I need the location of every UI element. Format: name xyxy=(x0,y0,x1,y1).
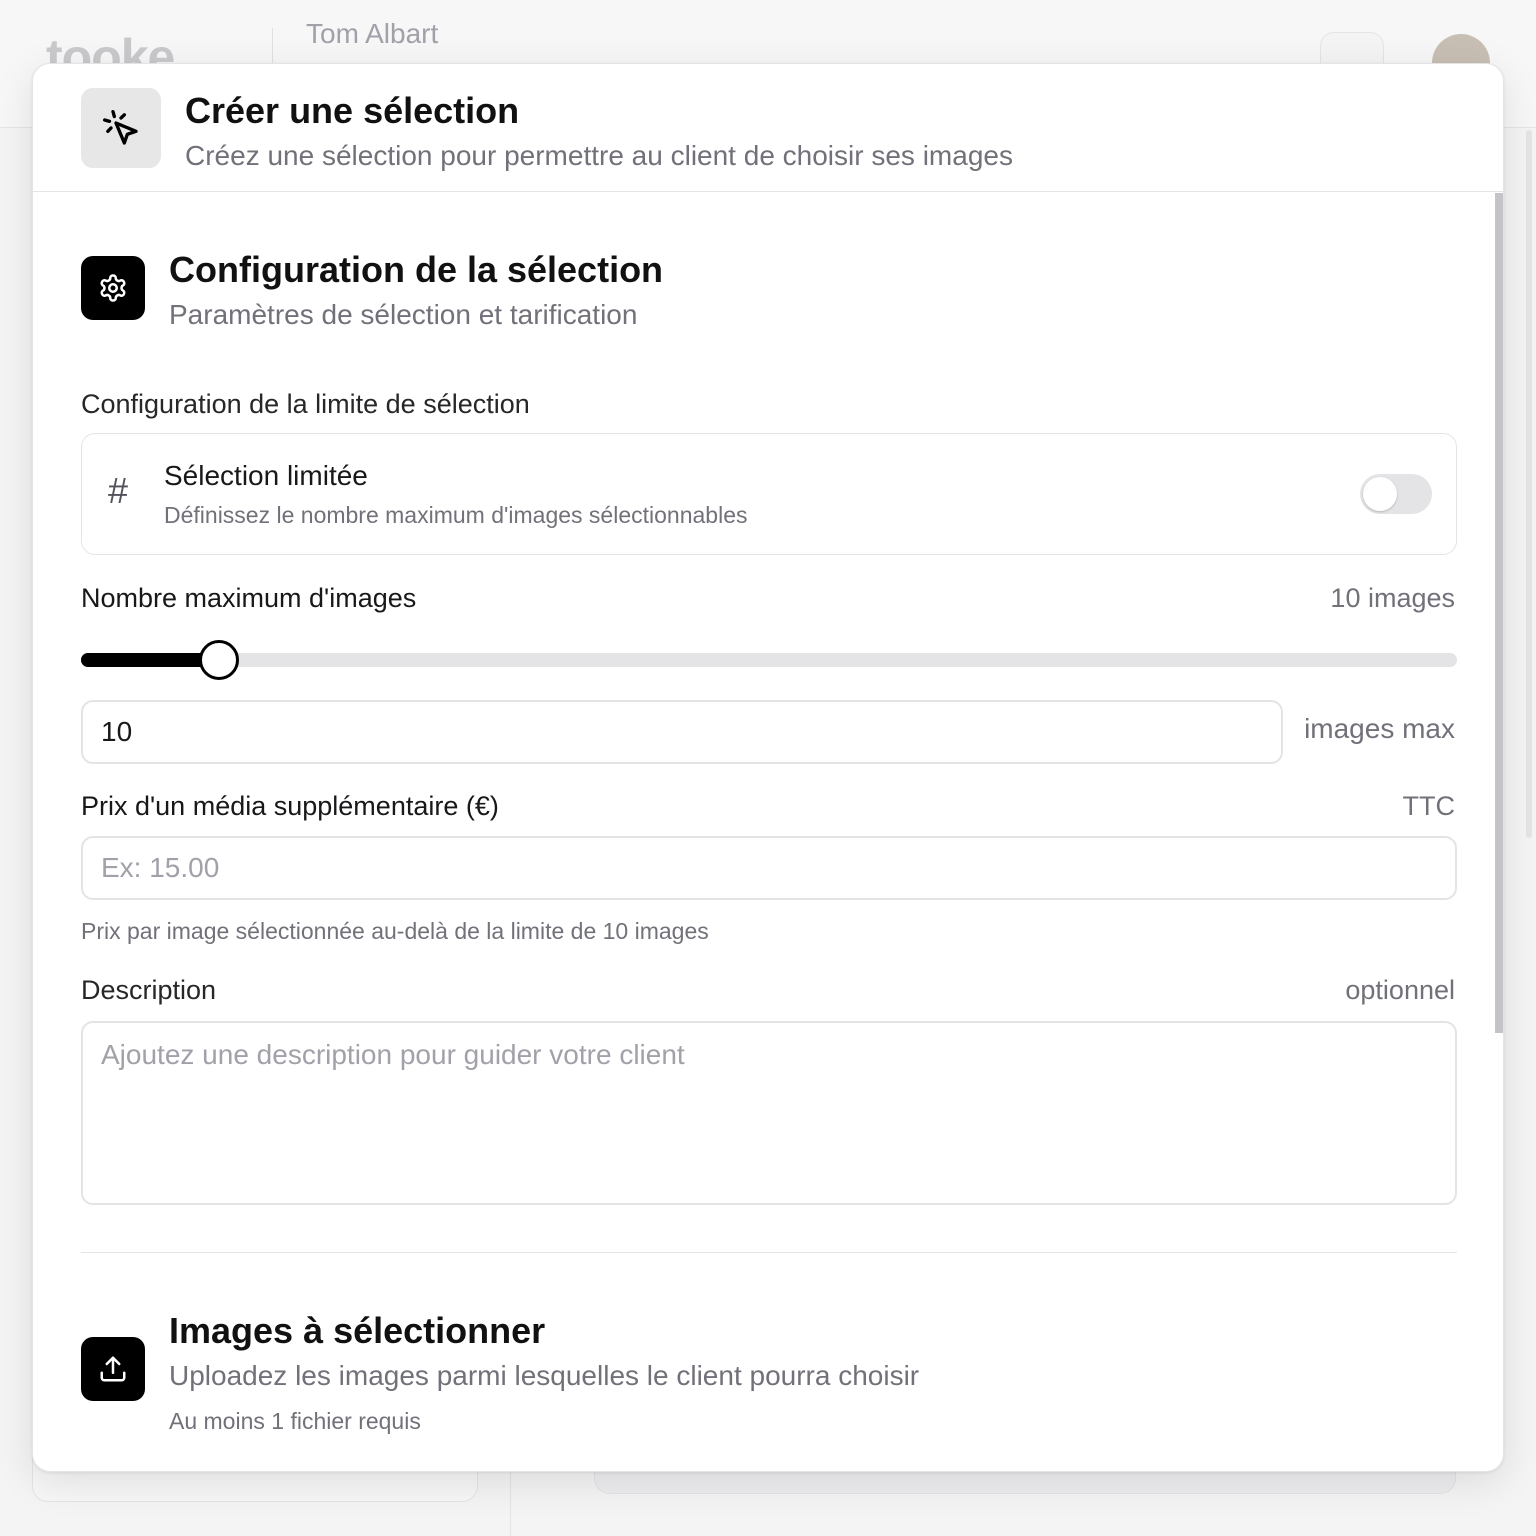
images-section-title: Images à sélectionner xyxy=(169,1310,546,1351)
page-scrollbar[interactable] xyxy=(1526,130,1532,838)
limited-selection-card[interactable]: # Sélection limitée Définissez le nombre… xyxy=(81,433,1457,555)
config-section-subtitle: Paramètres de sélection et tarification xyxy=(169,299,638,330)
modal-body: Configuration de la sélection Paramètres… xyxy=(33,193,1503,1471)
extra-price-input[interactable]: Ex: 15.00 xyxy=(81,836,1457,900)
toggle-knob xyxy=(1363,477,1397,511)
description-optional-tag: optionnel xyxy=(1345,975,1455,1005)
section-divider xyxy=(81,1252,1457,1253)
hash-icon: # xyxy=(108,470,129,511)
max-images-slider[interactable] xyxy=(81,640,1457,680)
modal-title: Créer une sélection xyxy=(185,90,520,131)
cursor-click-icon xyxy=(81,88,161,168)
description-label: Description xyxy=(81,975,217,1005)
modal-scrollbar[interactable] xyxy=(1495,193,1503,1033)
header-user-name: Tom Albart xyxy=(306,18,439,49)
extra-price-placeholder: Ex: 15.00 xyxy=(101,852,220,883)
description-textarea[interactable]: Ajoutez une description pour guider votr… xyxy=(81,1021,1457,1205)
modal-subtitle: Créez une sélection pour permettre au cl… xyxy=(185,140,1013,171)
gear-icon xyxy=(81,256,145,320)
slider-thumb[interactable] xyxy=(199,640,239,680)
extra-price-label: Prix d'un média supplémentaire (€) xyxy=(81,791,499,821)
images-required-hint: Au moins 1 fichier requis xyxy=(169,1408,421,1434)
images-section-subtitle: Uploadez les images parmi lesquelles le … xyxy=(169,1360,920,1391)
max-images-value: 10 images xyxy=(1330,583,1455,613)
limited-selection-toggle[interactable] xyxy=(1360,474,1432,514)
create-selection-modal: Créer une sélection Créez une sélection … xyxy=(32,63,1504,1472)
max-images-input[interactable]: 10 xyxy=(81,700,1283,764)
max-images-label: Nombre maximum d'images xyxy=(81,583,417,613)
extra-price-tag: TTC xyxy=(1402,791,1455,821)
limited-selection-title: Sélection limitée xyxy=(164,460,368,491)
upload-icon xyxy=(81,1337,145,1401)
modal-header: Créer une sélection Créez une sélection … xyxy=(33,64,1503,192)
extra-price-hint: Prix par image sélectionnée au-delà de l… xyxy=(81,918,709,944)
limit-config-label: Configuration de la limite de sélection xyxy=(81,389,530,419)
config-section-title: Configuration de la sélection xyxy=(169,249,664,290)
limited-selection-description: Définissez le nombre maximum d'images sé… xyxy=(164,502,748,528)
max-images-unit: images max xyxy=(1304,713,1455,744)
